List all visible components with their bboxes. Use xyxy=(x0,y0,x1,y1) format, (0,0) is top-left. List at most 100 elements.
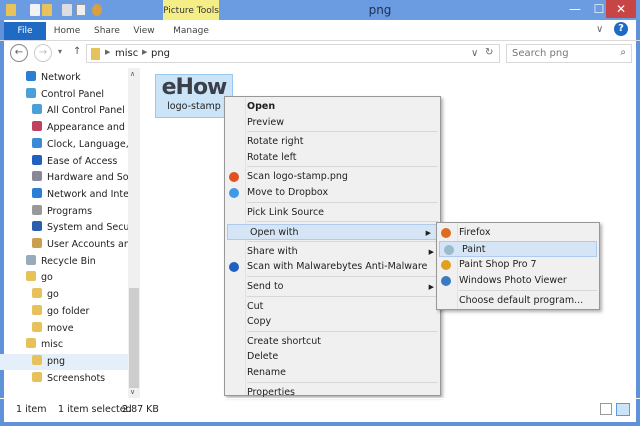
sidebar-item-label: Recycle Bin xyxy=(41,255,96,267)
sidebar-item[interactable]: Network xyxy=(0,70,128,86)
sidebar-item[interactable]: Recycle Bin xyxy=(0,254,128,270)
menu-item[interactable]: Rotate left xyxy=(225,150,440,166)
sidebar-item[interactable]: png xyxy=(0,353,128,370)
sidebar-item[interactable]: User Accounts and Family Safety xyxy=(0,237,128,253)
paint-icon[interactable] xyxy=(92,4,102,16)
tab-view[interactable]: View xyxy=(130,22,158,40)
hardware-icon xyxy=(32,171,42,182)
status-size: 2.87 KB xyxy=(122,404,159,415)
expand-ribbon-button[interactable]: ∨ xyxy=(596,24,603,35)
tab-file[interactable]: File xyxy=(4,22,46,40)
menu-item[interactable]: Rotate right xyxy=(225,134,440,150)
details-view-button[interactable] xyxy=(600,403,612,415)
menu-item-label: Rename xyxy=(247,367,286,378)
dropbox-icon xyxy=(229,188,239,198)
open-with-submenu: Firefox Paint Paint Shop Pro 7 Windows Phot… xyxy=(436,222,600,310)
sidebar-item[interactable]: System and Security xyxy=(0,220,128,236)
menu-item[interactable]: Scan logo-stamp.png xyxy=(225,169,440,185)
menu-item-label: Copy xyxy=(247,316,272,328)
menu-item[interactable]: Preview xyxy=(225,115,440,131)
new-folder-icon[interactable] xyxy=(42,4,52,16)
delete-icon[interactable] xyxy=(62,4,72,16)
menu-item[interactable]: Rename xyxy=(225,365,440,381)
folder-icon xyxy=(32,304,42,315)
sidebar-item[interactable]: Clock, Language, and Region xyxy=(0,137,128,153)
breadcrumb-misc[interactable]: misc xyxy=(115,48,138,59)
properties-icon[interactable] xyxy=(30,4,40,16)
folder-icon xyxy=(32,354,42,365)
large-icons-view-button[interactable] xyxy=(616,403,630,416)
menu-separator xyxy=(247,330,438,332)
close-button[interactable]: ✕ xyxy=(606,0,636,18)
search-input[interactable]: Search png ⌕ xyxy=(506,44,632,63)
sidebar-item[interactable]: misc xyxy=(0,337,128,353)
up-button[interactable]: ↑ xyxy=(73,46,81,57)
menu-item[interactable]: Copy xyxy=(225,314,440,330)
sidebar-item[interactable]: Ease of Access xyxy=(0,154,128,170)
scrollbar-thumb[interactable] xyxy=(129,288,139,388)
sidebar-item[interactable]: Network and Internet xyxy=(0,187,128,203)
file-item[interactable]: eHow logo-stamp xyxy=(155,74,233,118)
menu-item-label: Scan logo-stamp.png xyxy=(247,171,348,183)
menu-separator xyxy=(247,240,438,242)
menu-item[interactable]: Send to ▶ xyxy=(225,279,440,295)
forward-button[interactable]: → xyxy=(34,44,52,62)
menu-item[interactable]: Paint xyxy=(439,241,597,257)
context-menu: Open Preview Rotate right Rotate left Scan l… xyxy=(224,96,441,398)
tab-share[interactable]: Share xyxy=(92,22,122,40)
sidebar-item[interactable]: Control Panel xyxy=(0,87,128,103)
sidebar-item[interactable]: go xyxy=(0,287,128,303)
control-panel-icon xyxy=(26,87,36,98)
menu-item-label: Scan with Malwarebytes Anti-Malware xyxy=(247,261,428,273)
menu-item[interactable]: Open xyxy=(225,99,440,115)
menu-separator xyxy=(247,295,438,297)
sidebar-item[interactable]: move xyxy=(0,321,128,337)
menu-item[interactable]: Paint Shop Pro 7 xyxy=(437,257,599,273)
clock-icon xyxy=(32,137,42,148)
sidebar-item-label: All Control Panel Items xyxy=(47,105,128,117)
sidebar-item-label: Network and Internet xyxy=(47,188,128,200)
breadcrumb-png[interactable]: png xyxy=(151,48,170,59)
scroll-up-arrow[interactable]: ∧ xyxy=(130,70,135,78)
recent-locations-button[interactable]: ▾ xyxy=(58,47,62,56)
sidebar-item-label: misc xyxy=(41,339,64,351)
menu-item[interactable]: Choose default program... xyxy=(437,293,599,309)
sidebar-item[interactable]: All Control Panel Items xyxy=(0,103,128,119)
tab-manage[interactable]: Manage xyxy=(166,22,216,40)
menu-item[interactable]: Create shortcut xyxy=(225,334,440,350)
help-icon[interactable]: ? xyxy=(614,22,628,36)
menu-item[interactable]: Windows Photo Viewer xyxy=(437,273,599,289)
menu-item-label: Open xyxy=(247,101,276,112)
menu-item[interactable]: Firefox xyxy=(437,225,599,241)
menu-item[interactable]: Pick Link Source xyxy=(225,205,440,221)
address-bar[interactable]: ▶ misc ▶ png ∨ ↻ xyxy=(86,44,500,63)
sidebar-item[interactable]: Programs xyxy=(0,204,128,220)
menu-item-label: Share with xyxy=(247,245,298,257)
sidebar-item[interactable]: Hardware and Sound xyxy=(0,170,128,186)
sidebar-item[interactable]: Screenshots xyxy=(0,371,128,387)
rename-icon[interactable] xyxy=(76,4,86,16)
menu-item[interactable]: Cut xyxy=(225,299,440,315)
menu-separator xyxy=(247,201,438,203)
tab-home[interactable]: Home xyxy=(52,22,82,40)
menu-item[interactable]: Scan with Malwarebytes Anti-Malware xyxy=(225,259,440,275)
menu-item[interactable]: Delete xyxy=(225,349,440,365)
file-name: logo-stamp xyxy=(167,101,221,112)
network-icon xyxy=(32,187,42,198)
sidebar-item[interactable]: go xyxy=(0,270,128,286)
sidebar-item-label: Appearance and Personalization xyxy=(47,122,128,134)
scroll-down-arrow[interactable]: ∨ xyxy=(130,388,135,396)
sidebar-item-label: Ease of Access xyxy=(47,155,118,167)
refresh-button[interactable]: ↻ xyxy=(485,47,493,58)
back-button[interactable]: ← xyxy=(10,44,28,62)
breadcrumb-chevron: ▶ xyxy=(142,48,148,56)
menu-item[interactable]: Move to Dropbox xyxy=(225,185,440,201)
address-dropdown-button[interactable]: ∨ xyxy=(471,48,478,59)
menu-item[interactable]: Open with ▶ xyxy=(227,224,438,241)
menu-item-label: Open with xyxy=(250,227,299,239)
sidebar-item[interactable]: go folder xyxy=(0,304,128,320)
sidebar-item-label: Programs xyxy=(47,205,93,217)
menu-item[interactable]: Share with ▶ xyxy=(225,244,440,260)
recycle-bin-icon xyxy=(26,254,36,265)
sidebar-item[interactable]: Appearance and Personalization xyxy=(0,120,128,136)
